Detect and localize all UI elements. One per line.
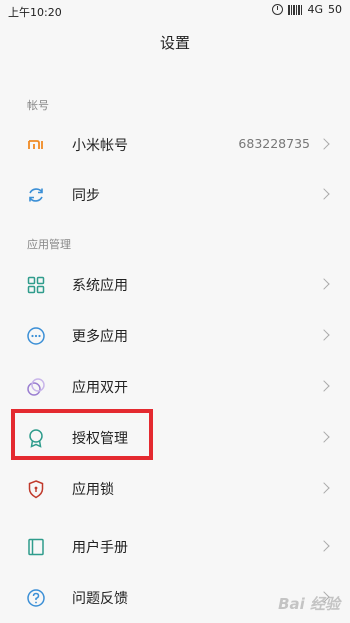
network-type: 4G (307, 3, 323, 16)
chevron-right-icon (318, 482, 330, 494)
alarm-icon (271, 4, 283, 15)
chevron-right-icon (318, 278, 330, 290)
row-user-manual[interactable]: 用户手册 (0, 522, 350, 572)
row-label: 应用锁 (72, 482, 114, 498)
status-icons: 4G 50 (271, 3, 342, 16)
row-system-apps[interactable]: 系统应用 (0, 260, 350, 310)
row-more-apps[interactable]: 更多应用 (0, 311, 350, 361)
account-id: 683228735 (238, 136, 310, 151)
grid-apps-icon (27, 276, 45, 294)
section-header-account: 帐号 (27, 99, 49, 112)
status-time: 上午10:20 (8, 6, 62, 19)
row-mi-account[interactable]: 小米帐号 683228735 (0, 120, 350, 170)
chevron-right-icon (318, 431, 330, 443)
signal-icon (287, 4, 303, 15)
chevron-right-icon (318, 138, 330, 150)
chevron-right-icon (318, 329, 330, 341)
sync-icon (29, 188, 43, 202)
row-sync[interactable]: 同步 (0, 170, 350, 220)
chevron-right-icon (318, 188, 330, 200)
chevron-right-icon (318, 380, 330, 392)
section-header-app-management: 应用管理 (27, 238, 71, 251)
dual-apps-icon (27, 378, 45, 396)
row-label: 同步 (72, 188, 100, 204)
watermark: Bai 经验 (278, 595, 340, 613)
manual-book-icon (28, 538, 44, 556)
row-label: 系统应用 (72, 278, 128, 294)
highlight-annotation-box (11, 409, 153, 460)
row-label: 应用双开 (72, 380, 128, 396)
question-icon (27, 589, 45, 607)
mi-logo-icon (28, 140, 43, 149)
more-dots-icon (27, 327, 45, 345)
shield-lock-icon (28, 480, 44, 499)
battery-level: 50 (328, 3, 342, 16)
row-label: 用户手册 (72, 540, 128, 556)
row-label: 更多应用 (72, 329, 128, 345)
chevron-right-icon (318, 540, 330, 552)
row-dual-apps[interactable]: 应用双开 (0, 362, 350, 412)
page-title: 设置 (159, 34, 190, 52)
row-label: 小米帐号 (72, 138, 128, 154)
row-label: 问题反馈 (72, 591, 128, 607)
status-bar: 上午10:20 4G 50 (0, 0, 350, 22)
row-app-lock[interactable]: 应用锁 (0, 464, 350, 514)
